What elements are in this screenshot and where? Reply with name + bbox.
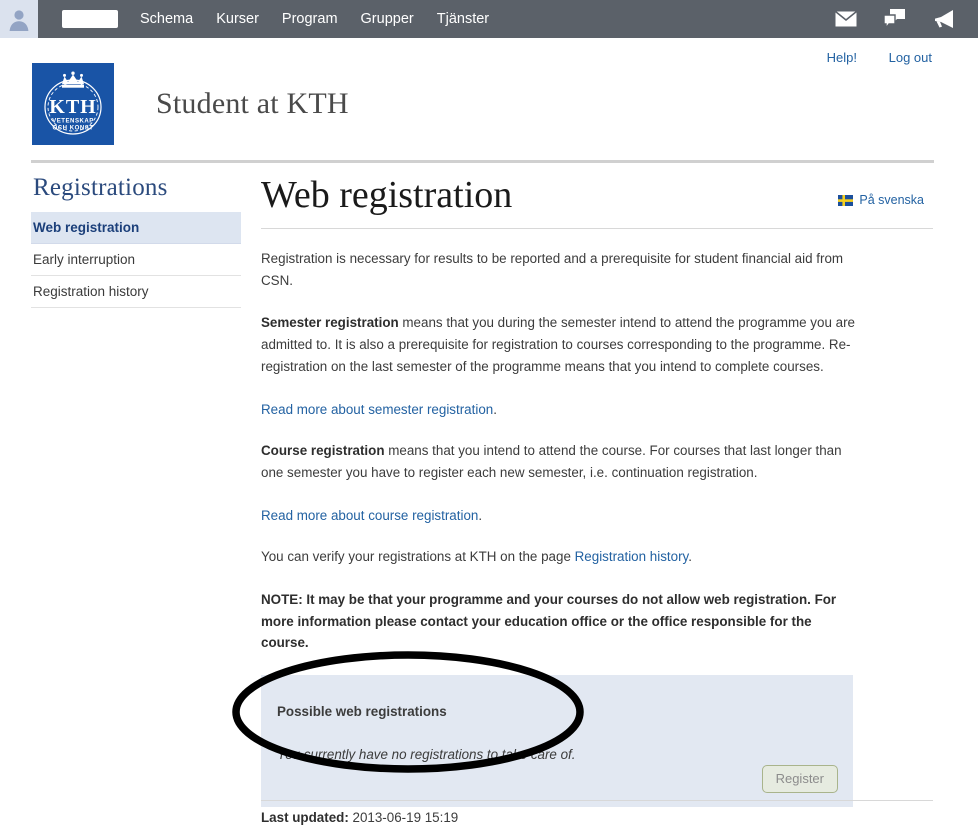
registration-history-link[interactable]: Registration history: [575, 549, 689, 564]
sidebar-item-registration-history[interactable]: Registration history: [31, 276, 241, 308]
personal-menu-bar: Schema Kurser Program Grupper Tjänster: [0, 0, 978, 38]
site-title: Student at KTH: [156, 87, 349, 120]
paragraph-intro: Registration is necessary for results to…: [261, 248, 861, 291]
svg-text:OCH KONST: OCH KONST: [52, 125, 93, 132]
sidebar-heading: Registrations: [33, 174, 168, 201]
swedish-flag-icon: [838, 194, 854, 206]
svg-text:VETENSKAP: VETENSKAP: [52, 118, 94, 125]
paragraph-verify: You can verify your registrations at KTH…: [261, 546, 861, 568]
megaphone-icon[interactable]: [932, 9, 956, 29]
svg-text:KTH: KTH: [49, 96, 96, 118]
verify-text-prefix: You can verify your registrations at KTH…: [261, 549, 575, 565]
paragraph-course: Course registration means that you inten…: [261, 440, 861, 483]
last-updated-label: Last updated:: [261, 810, 349, 825]
paragraph-link-course: Read more about course registration.: [261, 507, 483, 523]
user-name-redacted: [62, 10, 118, 28]
logout-link[interactable]: Log out: [889, 50, 932, 65]
topnav-item-tjanster[interactable]: Tjänster: [437, 0, 489, 38]
help-link[interactable]: Help!: [827, 50, 857, 65]
user-avatar-icon: [9, 10, 29, 31]
avatar[interactable]: [0, 0, 38, 38]
read-more-semester-registration-link[interactable]: Read more about semester registration: [261, 402, 493, 417]
language-switch-label: På svenska: [859, 193, 924, 207]
last-updated: Last updated: 2013-06-19 15:19: [261, 810, 458, 825]
topnav-item-program[interactable]: Program: [282, 0, 338, 38]
verify-text-suffix: .: [688, 549, 692, 565]
page-header: Help! Log out KTH VETENSKAP OCH KONST St…: [0, 38, 978, 163]
topbar-icon-group: [834, 9, 978, 31]
paragraph-intro-text: Registration is necessary for results to…: [261, 251, 844, 288]
sidebar-item-web-registration[interactable]: Web registration: [31, 212, 241, 244]
chat-icon[interactable]: [883, 9, 906, 31]
mail-icon[interactable]: [834, 10, 858, 27]
possible-web-registrations-title: Possible web registrations: [277, 704, 447, 720]
topnav-item-grupper[interactable]: Grupper: [361, 0, 414, 38]
paragraph-semester: Semester registration means that you dur…: [261, 312, 861, 377]
top-navigation: Schema Kurser Program Grupper Tjänster: [140, 0, 489, 38]
kth-logo: KTH VETENSKAP OCH KONST: [32, 63, 114, 145]
no-registrations-message: You currently have no registrations to t…: [277, 746, 576, 762]
read-more-course-registration-link[interactable]: Read more about course registration: [261, 508, 478, 523]
sidebar-item-early-interruption[interactable]: Early interruption: [31, 244, 241, 276]
paragraph-note: NOTE: It may be that your programme and …: [261, 589, 861, 654]
kth-logo-link[interactable]: KTH VETENSKAP OCH KONST: [32, 63, 114, 145]
topnav-item-schema[interactable]: Schema: [140, 0, 193, 38]
register-button[interactable]: Register: [761, 765, 838, 794]
last-updated-value: 2013-06-19 15:19: [348, 810, 459, 825]
topnav-item-kurser[interactable]: Kurser: [216, 0, 259, 38]
title-divider: [261, 228, 933, 229]
content-title-row: Web registration På svenska: [261, 162, 941, 228]
language-switch-link[interactable]: På svenska: [838, 193, 924, 207]
footer-divider: [261, 800, 933, 801]
paragraph-link-semester: Read more about semester registration.: [261, 401, 497, 417]
page-body: Registrations Web registration Early int…: [0, 162, 978, 825]
semester-registration-term: Semester registration: [261, 315, 399, 331]
sidebar: Registrations Web registration Early int…: [31, 162, 241, 308]
note-text: NOTE: It may be that your programme and …: [261, 592, 837, 651]
brand-row: KTH VETENSKAP OCH KONST Student at KTH: [32, 63, 349, 145]
header-utility-links: Help! Log out: [799, 50, 932, 65]
main-content: Web registration På svenska Registration…: [261, 162, 941, 808]
course-registration-term: Course registration: [261, 443, 385, 459]
possible-web-registrations-box: Possible web registrations You currently…: [261, 675, 853, 808]
